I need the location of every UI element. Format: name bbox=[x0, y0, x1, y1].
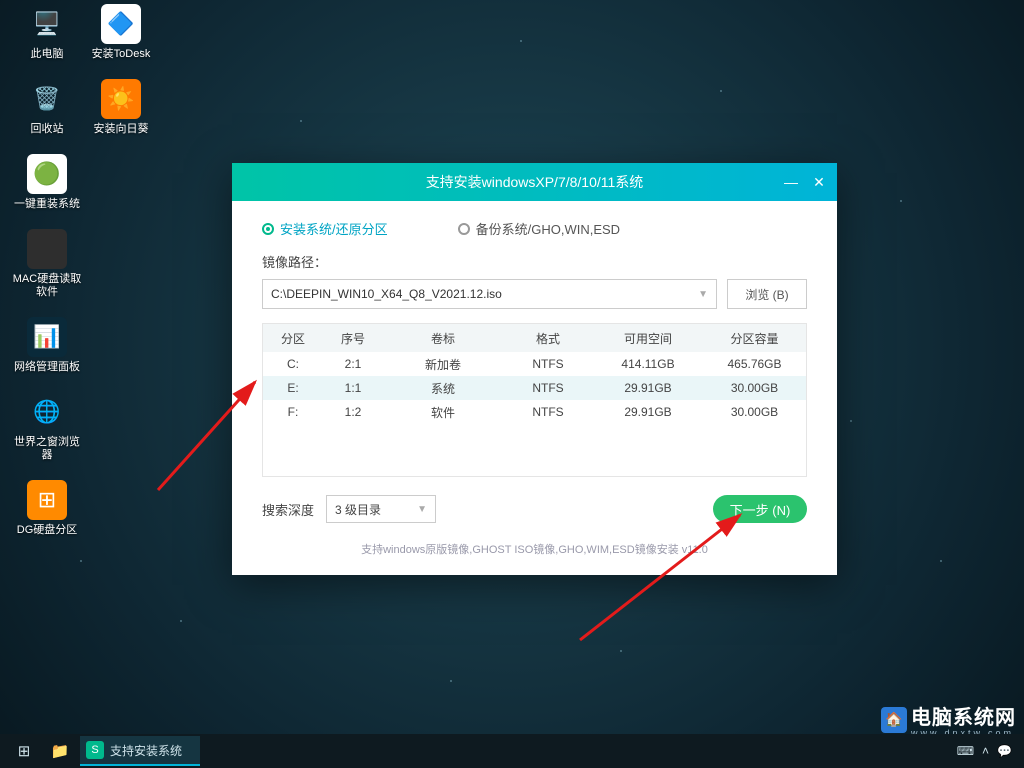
col-index: 序号 bbox=[323, 330, 383, 347]
icon-label: 安装ToDesk bbox=[84, 48, 158, 61]
desktop-icon[interactable]: MAC硬盘读取软件 bbox=[10, 229, 84, 299]
table-row[interactable]: F:1:2软件NTFS29.91GB30.00GB bbox=[263, 400, 806, 424]
icon-label: MAC硬盘读取软件 bbox=[10, 273, 84, 299]
col-size: 分区容量 bbox=[703, 330, 806, 347]
table-row[interactable]: E:1:1系统NTFS29.91GB30.00GB bbox=[263, 376, 806, 400]
radio-backup[interactable]: 备份系统/GHO,WIN,ESD bbox=[458, 219, 620, 238]
close-button[interactable]: ✕ bbox=[807, 170, 831, 194]
desktop-icon[interactable]: 🔷 安装ToDesk bbox=[84, 4, 158, 61]
installer-window: 支持安装windowsXP/7/8/10/11系统 — ✕ 安装系统/还原分区 … bbox=[232, 163, 837, 575]
app-icon bbox=[27, 229, 67, 269]
watermark: 🏠 电脑系统网 www.dnxtw.com bbox=[881, 701, 1016, 738]
search-depth-label: 搜索深度 bbox=[262, 500, 314, 519]
chevron-down-icon: ▼ bbox=[417, 504, 427, 515]
browse-button[interactable]: 浏览 (B) bbox=[727, 279, 807, 309]
icon-label: 一键重装系统 bbox=[10, 198, 84, 211]
app-icon: 🖥️ bbox=[27, 4, 67, 44]
desktop-icon[interactable]: ⊞ DG硬盘分区 bbox=[10, 480, 84, 537]
image-path-label: 镜像路径： bbox=[262, 252, 807, 271]
footer-text: 支持windows原版镜像,GHOST ISO镜像,GHO,WIM,ESD镜像安… bbox=[262, 541, 807, 557]
icon-label: DG硬盘分区 bbox=[10, 524, 84, 537]
partition-table: 分区 序号 卷标 格式 可用空间 分区容量 C:2:1新加卷NTFS414.11… bbox=[262, 323, 807, 477]
desktop-icon[interactable]: 📊 网络管理面板 bbox=[10, 317, 84, 374]
desktop-icon[interactable]: 🖥️ 此电脑 bbox=[10, 4, 84, 61]
radio-install-restore[interactable]: 安装系统/还原分区 bbox=[262, 219, 388, 238]
col-free: 可用空间 bbox=[593, 330, 703, 347]
icon-label: 网络管理面板 bbox=[10, 361, 84, 374]
taskbar-app-installer[interactable]: S 支持安装系统 bbox=[80, 736, 200, 766]
radio-dot-icon bbox=[458, 223, 470, 235]
desktop-icon[interactable]: 🟢 一键重装系统 bbox=[10, 154, 84, 211]
tray-notification-icon[interactable]: 💬 bbox=[997, 744, 1012, 758]
col-label: 卷标 bbox=[383, 330, 503, 347]
col-format: 格式 bbox=[503, 330, 593, 347]
app-icon: ☀️ bbox=[101, 79, 141, 119]
desktop-icon[interactable]: 🗑️ 回收站 bbox=[10, 79, 84, 136]
app-icon: S bbox=[86, 741, 104, 759]
icon-label: 此电脑 bbox=[10, 48, 84, 61]
col-partition: 分区 bbox=[263, 330, 323, 347]
app-icon: 📊 bbox=[27, 317, 67, 357]
house-icon: 🏠 bbox=[881, 707, 907, 733]
start-button[interactable]: ⊞ bbox=[6, 736, 42, 766]
radio-dot-icon bbox=[262, 223, 274, 235]
minimize-button[interactable]: — bbox=[779, 170, 803, 194]
next-button[interactable]: 下一步 (N) bbox=[713, 495, 807, 523]
search-depth-select[interactable]: 3 级目录 ▼ bbox=[326, 495, 436, 523]
app-icon: ⊞ bbox=[27, 480, 67, 520]
icon-label: 安装向日葵 bbox=[84, 123, 158, 136]
desktop-icon[interactable]: 🌐 世界之窗浏览器 bbox=[10, 392, 84, 462]
app-icon: 🟢 bbox=[27, 154, 67, 194]
tray-keyboard-icon[interactable]: ⌨ bbox=[957, 744, 974, 758]
desktop-icon[interactable]: ☀️ 安装向日葵 bbox=[84, 79, 158, 136]
titlebar[interactable]: 支持安装windowsXP/7/8/10/11系统 — ✕ bbox=[232, 163, 837, 201]
table-row[interactable]: C:2:1新加卷NTFS414.11GB465.76GB bbox=[263, 352, 806, 376]
app-icon: 🌐 bbox=[27, 392, 67, 432]
app-icon: 🔷 bbox=[101, 4, 141, 44]
tray-chevron-up-icon[interactable]: ˄ bbox=[982, 744, 989, 758]
icon-label: 世界之窗浏览器 bbox=[10, 436, 84, 462]
image-path-select[interactable]: C:\DEEPIN_WIN10_X64_Q8_V2021.12.iso ▼ bbox=[262, 279, 717, 309]
window-title: 支持安装windowsXP/7/8/10/11系统 bbox=[426, 172, 644, 192]
file-explorer-button[interactable]: 📁 bbox=[42, 736, 78, 766]
chevron-down-icon: ▼ bbox=[698, 289, 708, 300]
taskbar: ⊞ 📁 S 支持安装系统 ⌨ ˄ 💬 bbox=[0, 734, 1024, 768]
app-icon: 🗑️ bbox=[27, 79, 67, 119]
icon-label: 回收站 bbox=[10, 123, 84, 136]
